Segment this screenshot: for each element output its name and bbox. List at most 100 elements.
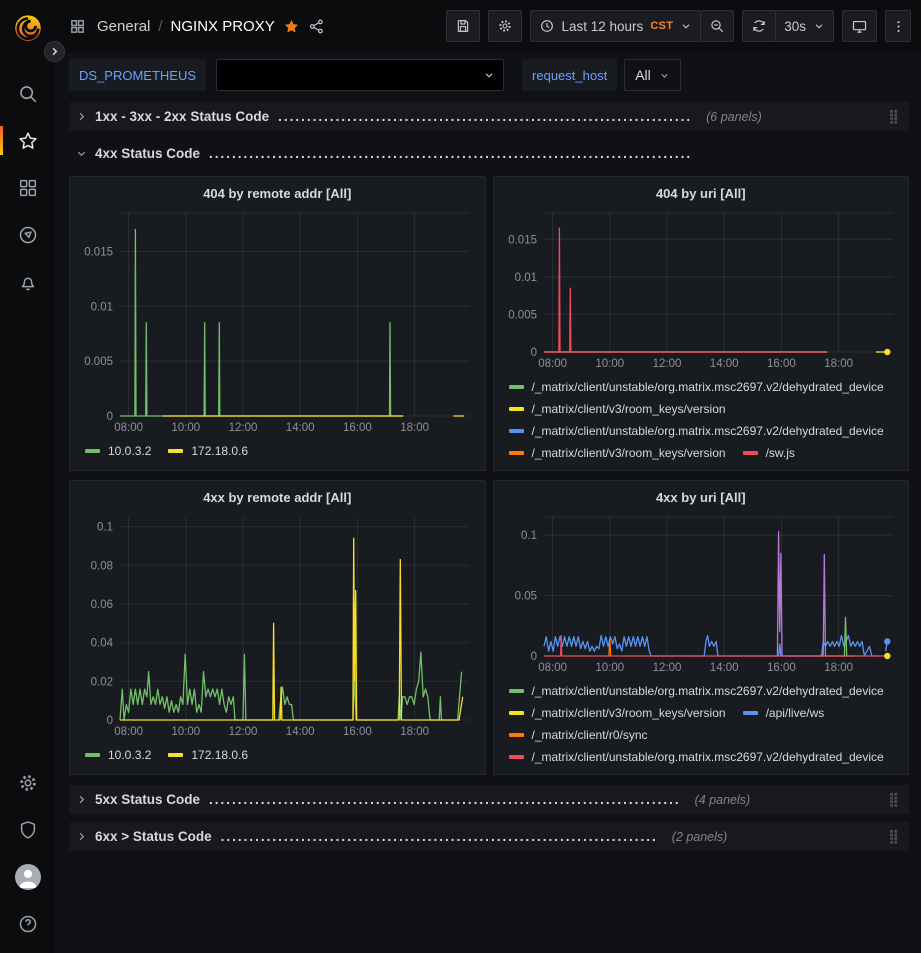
panel-legend: /_matrix/client/unstable/org.matrix.msc2… [502,677,901,774]
svg-text:16:00: 16:00 [343,422,372,434]
sidebar [0,0,55,953]
datasource-select[interactable] [216,59,504,91]
time-range-picker[interactable]: Last 12 hours CST [530,10,702,42]
favorite-star-icon[interactable] [283,18,300,35]
legend-swatch [85,449,100,453]
variables-bar: DS_PROMETHEUS request_host All [55,52,921,100]
row-header-1xx-3xx-2xx[interactable]: 1xx - 3xx - 2xx Status Code ............… [69,102,909,131]
zoom-out-button[interactable] [701,10,734,42]
legend-item[interactable]: 172.18.0.6 [168,744,248,766]
svg-text:14:00: 14:00 [286,422,315,434]
sidebar-item-explore[interactable] [0,211,55,258]
legend-swatch [743,711,758,715]
panel-chart[interactable]: 08:0010:0012:0014:0016:0018:0000.0050.01… [502,207,901,373]
svg-text:0.1: 0.1 [521,530,537,542]
legend-swatch [509,407,524,411]
save-dashboard-button[interactable] [446,10,480,42]
row-drag-handle[interactable]: ⣿ [888,793,899,807]
svg-text:0: 0 [530,651,536,663]
row-leader-dots: ........................................… [278,109,692,124]
legend-item[interactable]: /_matrix/client/unstable/org.matrix.msc2… [509,746,884,768]
legend-item[interactable]: /_matrix/client/unstable/org.matrix.msc2… [509,680,884,702]
svg-text:16:00: 16:00 [767,358,796,370]
legend-label: 10.0.3.2 [108,748,151,762]
top-nav-actions: Last 12 hours CST 30s [446,10,912,42]
legend-item[interactable]: /_matrix/client/r0/sync [509,724,648,746]
panel-title[interactable]: 404 by remote addr [All] [78,182,477,207]
time-controls: Last 12 hours CST [530,10,735,42]
row-header-5xx[interactable]: 5xx Status Code ........................… [69,785,909,814]
grafana-app: General / NGINX PROXY [0,0,921,953]
legend-label: /_matrix/client/unstable/org.matrix.msc2… [532,684,884,698]
sidebar-item-alerting[interactable] [0,258,55,305]
svg-text:08:00: 08:00 [538,662,567,674]
svg-text:0.015: 0.015 [508,234,537,246]
refresh-interval-label: 30s [784,19,806,34]
svg-text:08:00: 08:00 [538,358,567,370]
datasource-label[interactable]: DS_PROMETHEUS [69,59,206,91]
legend-item[interactable]: /_matrix/client/v3/room_keys/version [509,702,726,724]
sidebar-item-starred[interactable] [0,117,55,164]
sidebar-item-dashboards[interactable] [0,164,55,211]
legend-item[interactable]: 172.18.0.6 [168,440,248,462]
row-header-4xx[interactable]: 4xx Status Code ........................… [69,139,909,168]
legend-label: /_matrix/client/v3/room_keys/version [532,706,726,720]
kebab-menu-button[interactable] [885,10,911,42]
top-nav: General / NGINX PROXY [55,0,921,52]
svg-text:16:00: 16:00 [767,662,796,674]
help-icon [17,913,39,935]
refresh-button[interactable] [742,10,776,42]
dashboard-title: NGINX PROXY [171,18,275,35]
legend-item[interactable]: 10.0.3.2 [85,440,151,462]
dashboard-settings-button[interactable] [488,10,522,42]
svg-text:0.015: 0.015 [84,246,113,258]
legend-item[interactable]: 10.0.3.2 [85,744,151,766]
sidebar-item-profile[interactable] [0,853,55,900]
breadcrumb: General / NGINX PROXY [69,18,325,35]
row-panel-count: (4 panels) [695,793,751,807]
sidebar-item-configuration[interactable] [0,759,55,806]
request-host-label[interactable]: request_host [522,59,617,91]
legend-item[interactable]: /sw.js [743,442,795,464]
legend-item[interactable]: /api/live/ws [743,702,825,724]
cycle-view-mode-button[interactable] [842,10,877,42]
legend-item[interactable]: /_matrix/client/unstable/org.matrix.msc2… [509,420,884,442]
row-leader-dots: ........................................… [209,146,692,161]
panel-title[interactable]: 4xx by uri [All] [502,486,901,511]
row-title: 6xx > Status Code [95,829,212,844]
svg-text:0.08: 0.08 [91,560,113,572]
chevron-down-icon [813,20,825,32]
search-icon [17,83,39,105]
sidebar-item-search[interactable] [0,70,55,117]
legend-item[interactable]: /_matrix/client/unstable/org.matrix.msc2… [509,376,884,398]
breadcrumb-folder[interactable]: General [97,18,150,35]
panel-chart[interactable]: 08:0010:0012:0014:0016:0018:0000.020.040… [78,511,477,741]
panel-chart[interactable]: 08:0010:0012:0014:0016:0018:0000.0050.01… [78,207,477,437]
grafana-logo[interactable] [11,10,45,44]
svg-text:18:00: 18:00 [400,726,429,738]
row-drag-handle[interactable]: ⣿ [888,110,899,124]
chevron-down-icon [659,70,670,81]
row-title: 4xx Status Code [95,146,200,161]
legend-item[interactable]: /_matrix/client/v3/room_keys/version [509,442,726,464]
row-header-6xx[interactable]: 6xx > Status Code ......................… [69,822,909,851]
svg-text:18:00: 18:00 [824,662,853,674]
clock-icon [539,18,555,34]
timezone-label: CST [650,20,673,32]
row-leader-dots: ........................................… [221,829,658,844]
panel-404-by-remote-addr: 404 by remote addr [All] 08:0010:0012:00… [69,176,486,471]
sidebar-expand-button[interactable] [44,41,65,62]
sidebar-item-server-admin[interactable] [0,806,55,853]
svg-text:0.005: 0.005 [84,356,113,368]
panel-chart[interactable]: 08:0010:0012:0014:0016:0018:0000.050.1 [502,511,901,677]
request-host-select[interactable]: All [624,59,681,91]
svg-text:14:00: 14:00 [709,662,738,674]
panel-title[interactable]: 4xx by remote addr [All] [78,486,477,511]
panel-4xx-by-remote-addr: 4xx by remote addr [All] 08:0010:0012:00… [69,480,486,775]
sidebar-item-help[interactable] [0,900,55,947]
panel-title[interactable]: 404 by uri [All] [502,182,901,207]
legend-item[interactable]: /_matrix/client/v3/room_keys/version [509,398,726,420]
row-drag-handle[interactable]: ⣿ [888,830,899,844]
share-icon[interactable] [308,18,325,35]
refresh-interval-picker[interactable]: 30s [776,10,834,42]
